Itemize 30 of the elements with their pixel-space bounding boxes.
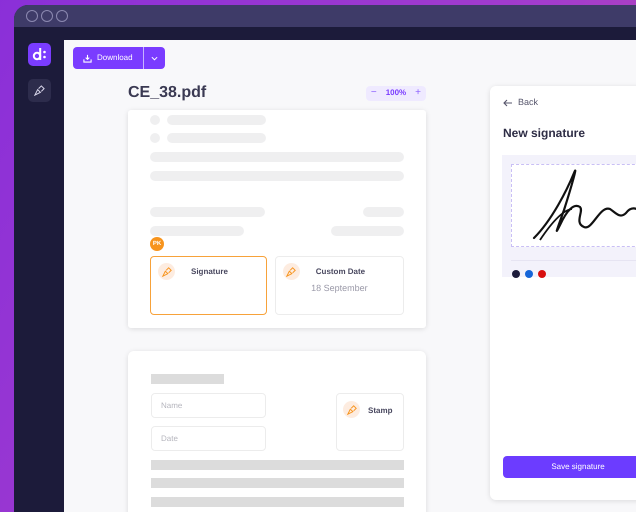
ink-color-swatch[interactable] [538, 270, 546, 278]
document-title: CE_38.pdf [128, 83, 206, 103]
download-icon [83, 54, 92, 62]
zoom-out-button[interactable]: − [366, 88, 382, 98]
form-field[interactable]: Custom Date 18 September [274, 256, 404, 315]
panel-title: New signature [503, 124, 586, 142]
app-logo-icon[interactable] [28, 43, 50, 66]
save-signature-button[interactable]: Save signature [503, 456, 636, 478]
dropdown-button[interactable] [142, 47, 165, 69]
ink-color-swatch[interactable] [525, 270, 533, 278]
form-field[interactable]: Signature [150, 256, 267, 315]
text-input[interactable]: Name [151, 393, 266, 418]
window-control[interactable] [56, 10, 68, 22]
pen-icon [158, 263, 175, 280]
pen-icon [343, 401, 360, 418]
field-label: Custom Date [316, 266, 366, 278]
text-input[interactable]: Date [151, 426, 266, 451]
window-control[interactable] [26, 10, 38, 22]
zoom-level: 100% [384, 87, 408, 99]
pen-tool-icon[interactable] [28, 79, 50, 102]
back-link[interactable]: Back [503, 96, 538, 110]
zoom-in-button[interactable]: + [410, 88, 426, 98]
pen-icon [282, 263, 300, 280]
ink-color-swatch[interactable] [512, 270, 520, 278]
date-value: 18 September [310, 282, 369, 295]
download-button[interactable]: Download [73, 47, 143, 69]
stamp-field[interactable]: Stamp [336, 393, 404, 451]
caret-icon [150, 56, 158, 60]
window-control[interactable] [41, 10, 53, 22]
arrow-left-icon [503, 98, 513, 107]
